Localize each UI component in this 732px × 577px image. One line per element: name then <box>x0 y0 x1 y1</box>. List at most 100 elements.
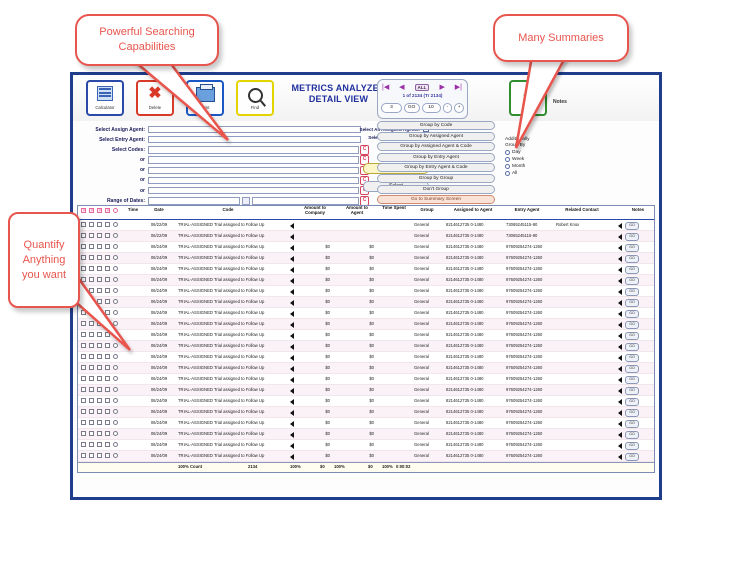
expand-code-icon[interactable] <box>290 256 294 262</box>
select-column-header-checkbox-4[interactable]: ✕ <box>105 208 110 213</box>
expand-code-icon[interactable] <box>290 421 294 427</box>
next-record-icon[interactable]: ▶ <box>439 84 444 91</box>
row-select-checkbox-4[interactable] <box>105 387 110 392</box>
group-by-assigned-agent-and-code-button[interactable]: Group by Assigned Agent & Code <box>377 142 495 152</box>
row-select-radio[interactable] <box>113 288 118 293</box>
row-select-checkbox-4[interactable] <box>105 244 110 249</box>
records-grid[interactable]: ✕ ✕ ✕ ✕ Time Date Code Amount to Company… <box>77 205 655 473</box>
select-codes-input[interactable] <box>148 146 359 154</box>
expand-notes-icon[interactable] <box>618 300 622 306</box>
expand-code-icon[interactable] <box>290 399 294 405</box>
radio-day[interactable] <box>505 150 510 155</box>
increase-rows-button[interactable]: + <box>454 102 465 113</box>
row-select-radio[interactable] <box>113 266 118 271</box>
group-by-entry-agent-button[interactable]: Group by Entry Agent <box>377 152 495 162</box>
expand-notes-icon[interactable] <box>618 432 622 438</box>
row-select-checkbox-3[interactable] <box>97 376 102 381</box>
row-select-checkbox-4[interactable] <box>105 398 110 403</box>
row-select-radio[interactable] <box>113 299 118 304</box>
group-by-code-button[interactable]: Group by Code <box>377 121 495 130</box>
table-row[interactable]: 06/24/09 TRIAL-ASSIGNED Trial assigned to… <box>78 319 654 330</box>
row-go-button[interactable]: GO <box>625 376 639 384</box>
row-go-button[interactable]: GO <box>625 233 639 241</box>
expand-notes-icon[interactable] <box>618 410 622 416</box>
row-select-checkbox-4[interactable] <box>105 354 110 359</box>
row-select-checkbox-1[interactable] <box>81 453 86 458</box>
row-select-checkbox-2[interactable] <box>89 310 94 315</box>
table-row[interactable]: 06/24/09 TRIAL-ASSIGNED Trial assigned to… <box>78 396 654 407</box>
expand-code-icon[interactable] <box>290 267 294 273</box>
row-select-checkbox-2[interactable] <box>89 431 94 436</box>
radio-week[interactable] <box>505 157 510 162</box>
row-select-radio[interactable] <box>113 398 118 403</box>
row-select-checkbox-4[interactable] <box>105 420 110 425</box>
table-row[interactable]: 06/24/09 TRIAL-ASSIGNED Trial assigned to… <box>78 242 654 253</box>
row-select-checkbox-3[interactable] <box>97 442 102 447</box>
decrease-rows-button[interactable]: - <box>442 102 453 113</box>
row-select-checkbox-2[interactable] <box>89 409 94 414</box>
row-select-checkbox-1[interactable] <box>81 332 86 337</box>
row-select-radio[interactable] <box>113 321 118 326</box>
row-select-radio[interactable] <box>113 387 118 392</box>
radio-all[interactable] <box>505 171 510 176</box>
table-row[interactable]: 06/22/09 TRIAL-ASSIGNED Trial assigned to… <box>78 231 654 242</box>
row-select-radio[interactable] <box>113 277 118 282</box>
print-button[interactable]: Print <box>186 80 224 116</box>
column-header-related-contact[interactable]: Related Contact <box>554 207 610 212</box>
row-select-radio[interactable] <box>113 442 118 447</box>
row-go-button[interactable]: GO <box>625 453 639 461</box>
row-select-checkbox-1[interactable] <box>81 365 86 370</box>
radio-row-all[interactable]: All <box>505 170 575 177</box>
table-row[interactable]: 06/24/09 TRIAL-ASSIGNED Trial assigned to… <box>78 418 654 429</box>
record-number-input[interactable]: 3 <box>381 102 402 113</box>
row-select-checkbox-3[interactable] <box>97 343 102 348</box>
row-select-checkbox-3[interactable] <box>97 299 102 304</box>
row-select-checkbox-2[interactable] <box>89 332 94 337</box>
find-button[interactable]: Find <box>236 80 274 116</box>
select-codes-or-input-2[interactable] <box>148 166 359 174</box>
expand-notes-icon[interactable] <box>618 443 622 449</box>
row-select-checkbox-4[interactable] <box>105 343 110 348</box>
row-select-checkbox-1[interactable] <box>81 310 86 315</box>
row-select-checkbox-4[interactable] <box>105 442 110 447</box>
expand-code-icon[interactable] <box>290 377 294 383</box>
column-header-date[interactable]: Date <box>146 207 172 212</box>
column-header-code[interactable]: Code <box>208 207 248 212</box>
row-go-button[interactable]: GO <box>625 398 639 406</box>
radio-row-week[interactable]: Week <box>505 156 575 163</box>
select-column-header-checkbox-3[interactable]: ✕ <box>97 208 102 213</box>
column-header-amount-to-company[interactable]: Amount to Company <box>296 206 334 215</box>
row-select-checkbox-1[interactable] <box>81 222 86 227</box>
column-header-group[interactable]: Group <box>414 207 440 212</box>
group-by-group-button[interactable]: Group by Group <box>377 173 495 183</box>
date-to-input[interactable] <box>252 197 359 205</box>
expand-notes-icon[interactable] <box>618 311 622 317</box>
row-select-radio[interactable] <box>113 332 118 337</box>
expand-code-icon[interactable] <box>290 432 294 438</box>
go-button[interactable]: GO <box>403 102 420 113</box>
rows-per-page-input[interactable]: 10 <box>421 102 441 113</box>
row-select-checkbox-4[interactable] <box>105 332 110 337</box>
expand-code-icon[interactable] <box>290 333 294 339</box>
expand-code-icon[interactable] <box>290 223 294 229</box>
expand-notes-icon[interactable] <box>618 454 622 460</box>
row-select-checkbox-4[interactable] <box>105 233 110 238</box>
table-row[interactable]: 06/24/09 TRIAL-ASSIGNED Trial assigned to… <box>78 385 654 396</box>
column-header-time-spent[interactable]: Time Spent <box>380 206 408 210</box>
radio-row-month[interactable]: Month <box>505 163 575 170</box>
table-row[interactable]: 06/24/09 TRIAL-ASSIGNED Trial assigned to… <box>78 352 654 363</box>
row-go-button[interactable]: GO <box>625 354 639 362</box>
row-select-checkbox-1[interactable] <box>81 343 86 348</box>
row-go-button[interactable]: GO <box>625 387 639 395</box>
expand-notes-icon[interactable] <box>618 322 622 328</box>
row-select-checkbox-1[interactable] <box>81 233 86 238</box>
select-codes-or-input-1[interactable] <box>148 156 359 164</box>
table-row[interactable]: 06/24/09 TRIAL-ASSIGNED Trial assigned to… <box>78 286 654 297</box>
row-select-checkbox-3[interactable] <box>97 310 102 315</box>
row-select-checkbox-3[interactable] <box>97 244 102 249</box>
expand-code-icon[interactable] <box>290 344 294 350</box>
row-select-checkbox-2[interactable] <box>89 376 94 381</box>
calculator-button[interactable]: Calculator <box>86 80 124 116</box>
expand-notes-icon[interactable] <box>618 399 622 405</box>
expand-code-icon[interactable] <box>290 410 294 416</box>
